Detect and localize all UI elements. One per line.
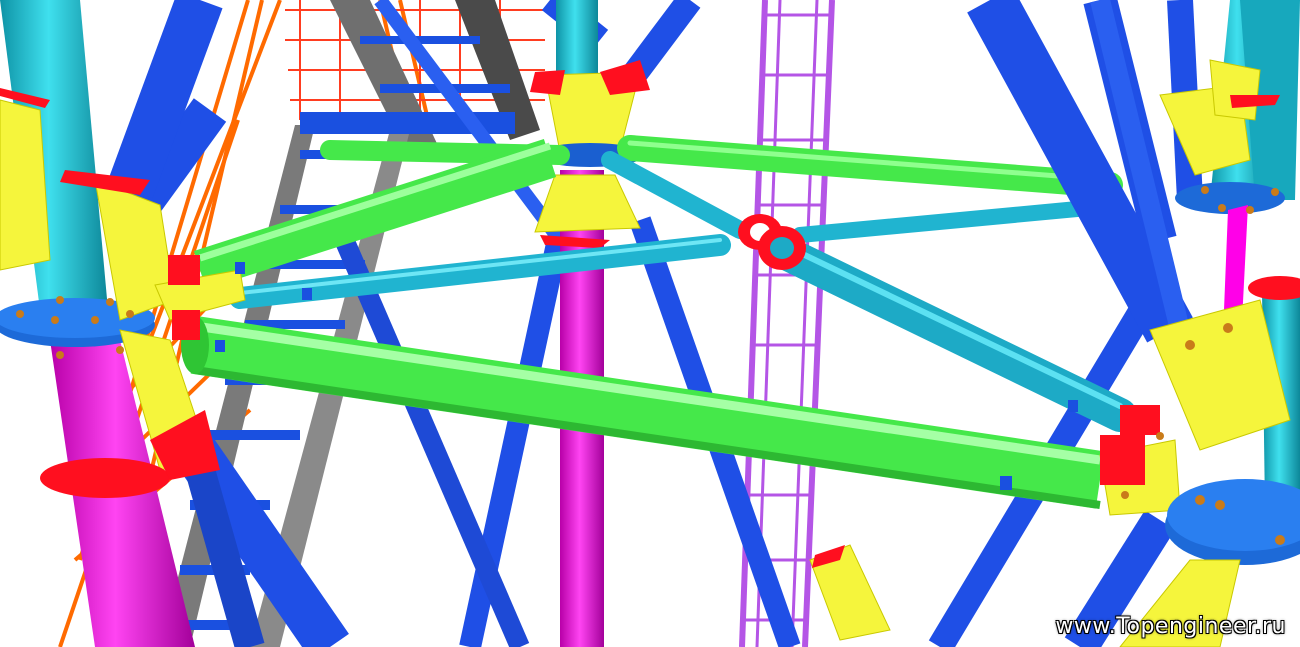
lower-brace-plates (809, 544, 891, 641)
pipe-clamps (738, 214, 806, 270)
steel-tower-3d-render (0, 0, 1300, 647)
watermark-text: www.Topengineer.ru (1055, 614, 1286, 639)
